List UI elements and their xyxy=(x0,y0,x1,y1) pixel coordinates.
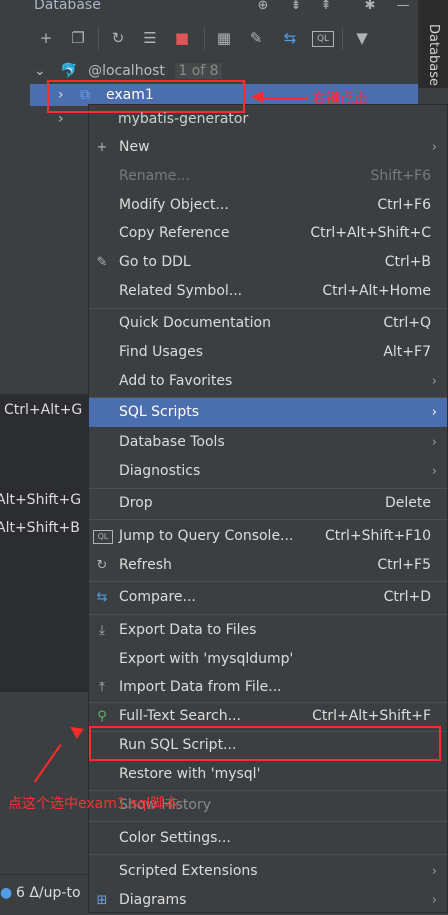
connection-badge: 1 of 8 xyxy=(175,63,222,79)
menu-item-color-settings[interactable]: Color Settings... xyxy=(89,824,447,853)
menu-item-modify-object[interactable]: Modify Object... Ctrl+F6 xyxy=(89,191,447,220)
annotation-click-this: 点这个选中exam1.sql脚本 xyxy=(8,796,179,812)
menu-item-scripted-extensions[interactable]: Scripted Extensions › xyxy=(89,857,447,886)
connection-name: @localhost xyxy=(88,63,165,79)
menu-item-diagrams[interactable]: ⊞ Diagrams › xyxy=(89,886,447,915)
menu-item-jump-to-query-console[interactable]: QL Jump to Query Console... Ctrl+Shift+F10 xyxy=(89,522,447,551)
menu-item-compare[interactable]: ⇆ Compare... Ctrl+D xyxy=(89,583,447,612)
menu-item-import-data-from-file[interactable]: ⤒ Import Data from File... xyxy=(89,673,447,702)
menu-item-restore-mysql[interactable]: Restore with 'mysql' xyxy=(89,760,447,789)
tree-row-connection[interactable]: ⌄ 🐬 @localhost 1 of 8 xyxy=(34,60,222,82)
toolbar: + ❐ ↻ ☰ ■ ▦ ✎ ⇆ QL ▼ xyxy=(0,18,418,59)
mysql-icon: 🐬 xyxy=(60,63,78,79)
duplicate-icon[interactable]: ❐ xyxy=(68,28,88,48)
add-icon[interactable]: + xyxy=(36,28,56,48)
table-icon[interactable]: ▦ xyxy=(214,28,234,48)
menu-item-export-mysqldump[interactable]: Export with 'mysqldump' xyxy=(89,645,447,674)
globe-icon[interactable]: ⊕ xyxy=(255,0,271,14)
menu-item-rename[interactable]: Rename... Shift+F6 xyxy=(89,162,447,191)
plus-icon: + xyxy=(96,140,108,155)
submenu-item[interactable]: Ctrl+Alt+G xyxy=(4,396,82,424)
chevron-right-icon: › xyxy=(431,893,437,908)
chevron-right-icon: › xyxy=(431,140,437,155)
refresh-icon: ↻ xyxy=(96,558,108,573)
chevron-right-icon[interactable]: › xyxy=(58,111,64,127)
chevron-right-icon: › xyxy=(431,864,437,879)
stop-icon[interactable]: ■ xyxy=(172,28,192,48)
menu-item-new[interactable]: + New › xyxy=(89,133,447,162)
behind-node-name: mybatis-generator xyxy=(118,111,249,127)
upload-icon: ⤒ xyxy=(99,680,105,695)
database-side-tab[interactable]: Database xyxy=(418,0,448,88)
panel-title: Database xyxy=(34,0,101,13)
filter-icon[interactable]: ▼ xyxy=(352,28,372,48)
compare-icon[interactable]: ⇆ xyxy=(280,28,300,48)
expand-all-icon[interactable]: ⇞ xyxy=(318,0,334,14)
bottom-status-bar: ● 6 Δ/up-to xyxy=(0,874,88,914)
vcs-status-text: 6 Δ/up-to xyxy=(16,885,81,901)
sql-scripts-submenu: Ctrl+Alt+G Alt+Shift+G Alt+Shift+B xyxy=(0,394,93,692)
query-console-icon[interactable]: QL xyxy=(312,31,334,47)
chevron-down-icon[interactable]: ⌄ xyxy=(34,63,46,79)
side-tab-label: Database xyxy=(426,24,441,87)
submenu-item[interactable]: Alt+Shift+G xyxy=(0,486,81,514)
minimize-icon[interactable]: — xyxy=(395,0,411,14)
menu-item-add-to-favorites[interactable]: Add to Favorites › xyxy=(89,367,447,396)
chevron-right-icon: › xyxy=(431,405,437,420)
settings-icon[interactable]: ✱ xyxy=(362,0,378,14)
arrow-left-icon: ◀ xyxy=(251,86,264,105)
pencil-icon: ✎ xyxy=(96,255,108,270)
chevron-right-icon: › xyxy=(431,464,437,479)
context-menu: + New › Rename... Shift+F6 Modify Object...… xyxy=(88,104,448,913)
menu-item-refresh[interactable]: ↻ Refresh Ctrl+F5 xyxy=(89,551,447,580)
annotation-right-click: 右键点击 xyxy=(312,91,368,107)
menu-item-copy-reference[interactable]: Copy Reference Ctrl+Alt+Shift+C xyxy=(89,219,447,248)
menu-item-sql-scripts[interactable]: SQL Scripts › xyxy=(89,398,447,427)
arrow-line xyxy=(258,97,308,99)
menu-item-find-usages[interactable]: Find Usages Alt+F7 xyxy=(89,338,447,367)
properties-icon[interactable]: ☰ xyxy=(140,28,160,48)
chevron-right-icon: › xyxy=(431,374,437,389)
menu-item-related-symbol[interactable]: Related Symbol... Ctrl+Alt+Home xyxy=(89,277,447,306)
menu-item-go-to-ddl[interactable]: ✎ Go to DDL Ctrl+B xyxy=(89,248,447,277)
panel-header: Database ⊕ ⇟ ⇞ ✱ — xyxy=(0,0,418,16)
chevron-right-icon: › xyxy=(431,435,437,450)
menu-item-diagnostics[interactable]: Diagnostics › xyxy=(89,457,447,486)
refresh-icon[interactable]: ↻ xyxy=(108,28,128,48)
menu-item-database-tools[interactable]: Database Tools › xyxy=(89,428,447,457)
menu-item-export-data-to-files[interactable]: ⤓ Export Data to Files xyxy=(89,616,447,645)
submenu-item[interactable]: Alt+Shift+B xyxy=(0,514,80,542)
menu-item-drop[interactable]: Drop Delete xyxy=(89,489,447,518)
vcs-status-icon: ● xyxy=(0,885,13,901)
collapse-all-icon[interactable]: ⇟ xyxy=(288,0,304,14)
query-console-icon: QL xyxy=(93,530,113,544)
download-icon: ⤓ xyxy=(99,623,105,638)
diagram-icon: ⊞ xyxy=(96,893,108,908)
edit-icon[interactable]: ✎ xyxy=(246,28,266,48)
menu-item-quick-documentation[interactable]: Quick Documentation Ctrl+Q xyxy=(89,309,447,338)
compare-icon: ⇆ xyxy=(96,590,108,605)
highlight-box-run-sql-script xyxy=(89,726,441,761)
